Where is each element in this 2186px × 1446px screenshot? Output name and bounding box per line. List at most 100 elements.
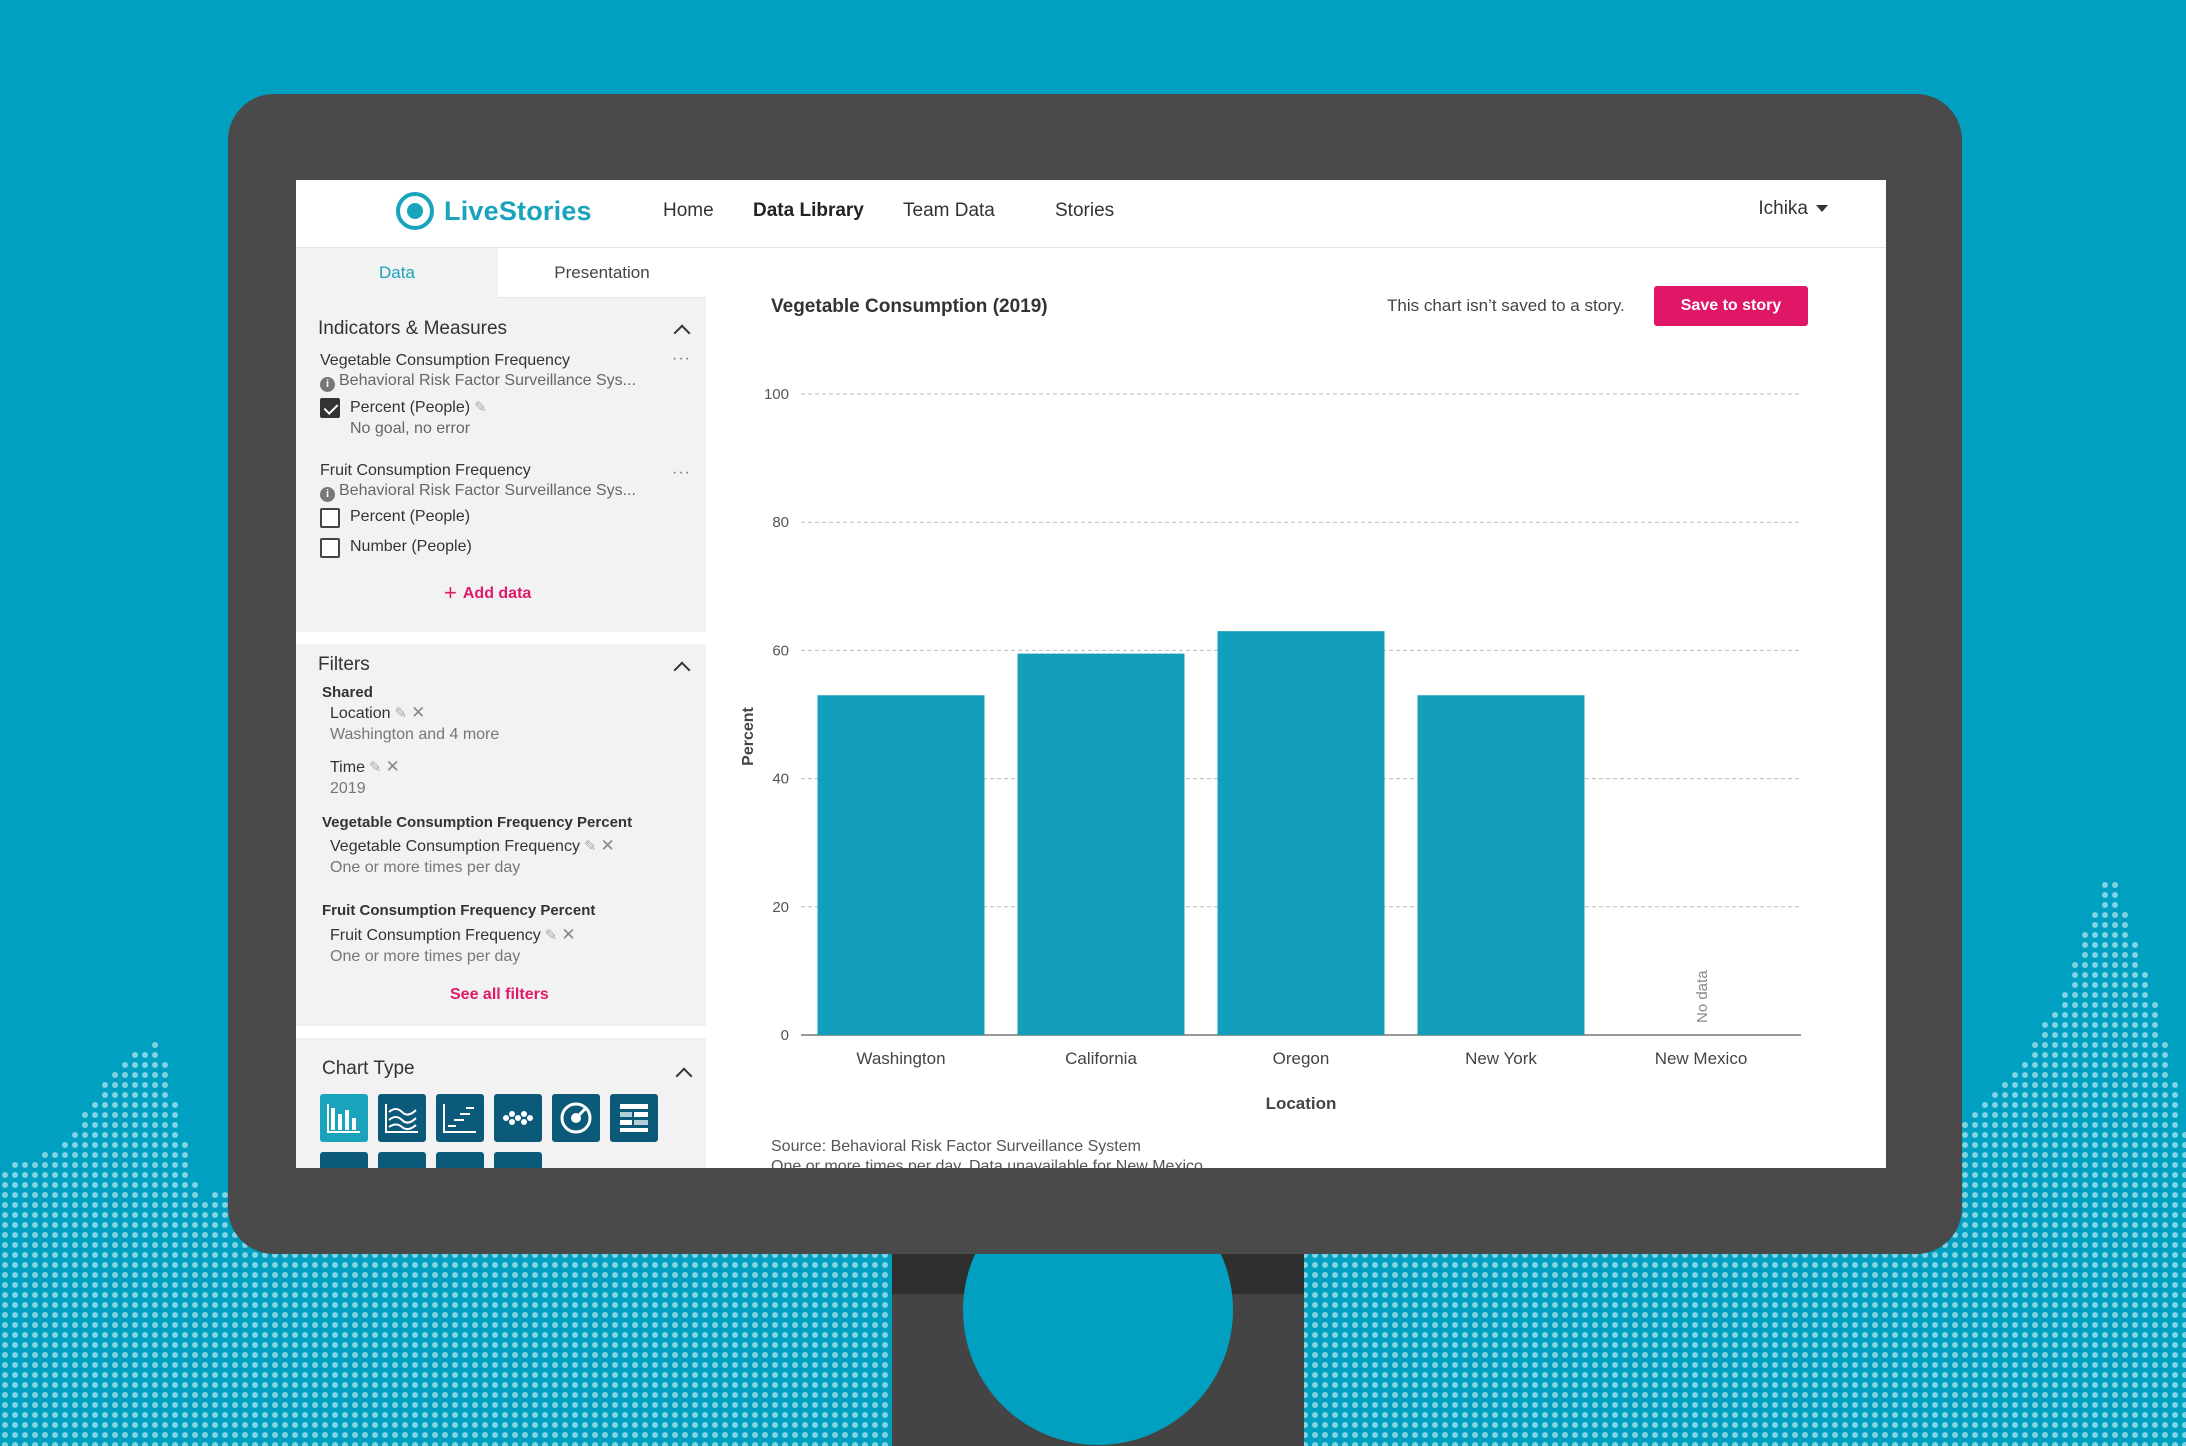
background-dot xyxy=(682,1412,688,1418)
background-dot xyxy=(162,1112,168,1118)
background-dot xyxy=(1412,1372,1418,1378)
background-dot xyxy=(562,1292,568,1298)
background-dot xyxy=(1492,1312,1498,1318)
background-dot xyxy=(552,1422,558,1428)
background-dot xyxy=(552,1272,558,1278)
background-dot xyxy=(522,1382,528,1388)
background-dot xyxy=(722,1352,728,1358)
background-dot xyxy=(1352,1382,1358,1388)
background-dot xyxy=(172,1392,178,1398)
background-dot xyxy=(62,1352,68,1358)
background-dot xyxy=(1392,1322,1398,1328)
background-dot xyxy=(412,1312,418,1318)
background-dot xyxy=(1402,1432,1408,1438)
background-dot xyxy=(222,1232,228,1238)
background-dot xyxy=(572,1382,578,1388)
background-dot xyxy=(1332,1302,1338,1308)
background-dot xyxy=(202,1212,208,1218)
background-dot xyxy=(542,1392,548,1398)
background-dot xyxy=(682,1282,688,1288)
background-dot xyxy=(372,1382,378,1388)
background-dot xyxy=(72,1352,78,1358)
background-dot xyxy=(1342,1422,1348,1428)
background-dot xyxy=(1452,1322,1458,1328)
background-dot xyxy=(522,1322,528,1328)
background-dot xyxy=(432,1292,438,1298)
background-dot xyxy=(152,1052,158,1058)
background-dot xyxy=(1602,1312,1608,1318)
background-dot xyxy=(162,1132,168,1138)
background-dot xyxy=(1552,1422,1558,1428)
background-dot xyxy=(822,1352,828,1358)
background-dot xyxy=(22,1242,28,1248)
background-dot xyxy=(432,1422,438,1428)
background-dot xyxy=(882,1272,888,1278)
background-dot xyxy=(562,1262,568,1268)
background-dot xyxy=(12,1242,18,1248)
background-dot xyxy=(432,1262,438,1268)
background-dot xyxy=(1722,1332,1728,1338)
background-dot xyxy=(442,1262,448,1268)
background-dot xyxy=(1372,1412,1378,1418)
background-dot xyxy=(52,1382,58,1388)
background-dot xyxy=(1552,1312,1558,1318)
background-dot xyxy=(72,1132,78,1138)
background-dot xyxy=(522,1302,528,1308)
background-dot xyxy=(552,1342,558,1348)
background-dot xyxy=(332,1332,338,1338)
background-dot xyxy=(422,1262,428,1268)
background-dot xyxy=(1592,1402,1598,1408)
background-dot xyxy=(692,1422,698,1428)
background-dot xyxy=(12,1272,18,1278)
background-dot xyxy=(72,1432,78,1438)
background-dot xyxy=(1402,1302,1408,1308)
background-dot xyxy=(722,1272,728,1278)
background-dot xyxy=(122,1232,128,1238)
background-dot xyxy=(122,1242,128,1248)
background-dot xyxy=(632,1412,638,1418)
background-dot xyxy=(1692,1372,1698,1378)
background-dot xyxy=(122,1092,128,1098)
background-dot xyxy=(1612,1402,1618,1408)
background-dot xyxy=(12,1262,18,1268)
background-dot xyxy=(772,1352,778,1358)
background-dot xyxy=(1622,1342,1628,1348)
background-dot xyxy=(212,1292,218,1298)
background-dot xyxy=(1612,1262,1618,1268)
background-dot xyxy=(372,1332,378,1338)
background-dot xyxy=(1352,1372,1358,1378)
background-dot xyxy=(482,1402,488,1408)
background-dot xyxy=(642,1392,648,1398)
background-dot xyxy=(82,1332,88,1338)
background-dot xyxy=(1612,1372,1618,1378)
background-dot xyxy=(792,1402,798,1408)
background-dot xyxy=(342,1342,348,1348)
background-dot xyxy=(1392,1282,1398,1288)
background-dot xyxy=(862,1372,868,1378)
background-dot xyxy=(732,1442,738,1446)
background-dot xyxy=(382,1372,388,1378)
background-dot xyxy=(1372,1282,1378,1288)
background-dot xyxy=(542,1382,548,1388)
background-dot xyxy=(1552,1332,1558,1338)
background-dot xyxy=(112,1382,118,1388)
background-dot xyxy=(802,1262,808,1268)
background-dot xyxy=(1482,1292,1488,1298)
background-dot xyxy=(92,1252,98,1258)
background-dot xyxy=(152,1112,158,1118)
background-dot xyxy=(1612,1352,1618,1358)
background-dot xyxy=(102,1372,108,1378)
background-dot xyxy=(542,1292,548,1298)
background-dot xyxy=(1422,1282,1428,1288)
background-dot xyxy=(212,1312,218,1318)
background-dot xyxy=(822,1292,828,1298)
background-dot xyxy=(162,1252,168,1258)
background-dot xyxy=(12,1172,18,1178)
background-dot xyxy=(1712,1262,1718,1268)
background-dot xyxy=(102,1322,108,1328)
background-dot xyxy=(242,1332,248,1338)
background-dot xyxy=(1332,1312,1338,1318)
background-dot xyxy=(122,1072,128,1078)
background-dot xyxy=(162,1092,168,1098)
background-dot xyxy=(782,1402,788,1408)
